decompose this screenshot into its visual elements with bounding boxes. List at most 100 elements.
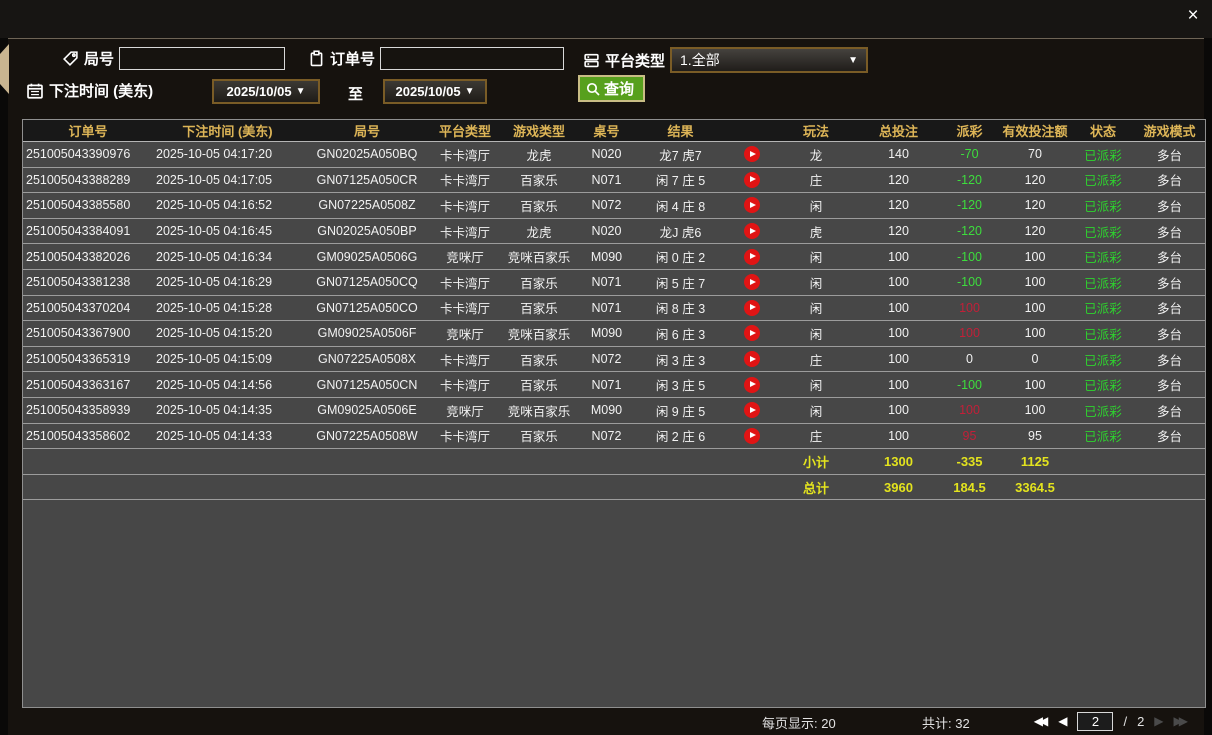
cell-payout: 100 <box>941 403 998 417</box>
summary-total-bet: 1300 <box>856 454 941 469</box>
play-icon[interactable] <box>744 146 760 162</box>
cell-platform: 竞咪厅 <box>432 401 498 420</box>
play-icon[interactable] <box>744 325 760 341</box>
cell-result: 闲 3 庄 3 <box>633 350 728 369</box>
table-row: 2510050433586022025-10-05 04:14:33GN0722… <box>23 424 1205 450</box>
bet-time-field: 下注时间 (美东) <box>26 80 153 101</box>
column-header: 游戏类型 <box>498 121 580 140</box>
calendar-icon <box>26 82 44 100</box>
close-button[interactable]: × <box>1180 3 1206 29</box>
last-page-icon[interactable]: ▶▶ <box>1174 711 1188 731</box>
cell-platform: 卡卡湾厅 <box>432 196 498 215</box>
order-no-label: 订单号 <box>330 48 375 69</box>
summary-label: 总计 <box>776 478 856 497</box>
table-row: 2510050433909762025-10-05 04:17:20GN0202… <box>23 142 1205 168</box>
column-header: 订单号 <box>23 121 153 140</box>
date-from-value: 2025/10/05 <box>227 84 292 99</box>
cell-bet-on: 庄 <box>776 350 856 369</box>
cell-mode: 多台 <box>1134 170 1205 189</box>
column-header: 平台类型 <box>432 121 498 140</box>
cell-total-bet: 100 <box>856 429 941 443</box>
play-icon[interactable] <box>744 428 760 444</box>
column-header: 总投注 <box>856 121 941 140</box>
cell-platform: 卡卡湾厅 <box>432 375 498 394</box>
table-header-row: 订单号下注时间 (美东)局号平台类型游戏类型桌号结果玩法总投注派彩有效投注额状态… <box>23 120 1205 142</box>
cell-game-no: GN07125A050CR <box>302 173 432 187</box>
cell-result: 闲 3 庄 5 <box>633 375 728 394</box>
play-icon[interactable] <box>744 249 760 265</box>
play-cell <box>728 172 776 188</box>
play-icon[interactable] <box>744 377 760 393</box>
cell-valid-bet: 95 <box>998 429 1072 443</box>
cell-payout: 100 <box>941 301 998 315</box>
platform-type-select[interactable]: 1.全部 ▼ <box>670 47 868 73</box>
summary-label: 小计 <box>776 452 856 471</box>
column-header: 玩法 <box>776 121 856 140</box>
cell-payout: -70 <box>941 147 998 161</box>
cell-game-no: GN07225A0508W <box>302 429 432 443</box>
date-to-select[interactable]: 2025/10/05 ▼ <box>383 79 487 104</box>
cell-game-type: 百家乐 <box>498 350 580 369</box>
table-row: 2510050433702042025-10-05 04:15:28GN0712… <box>23 296 1205 322</box>
cell-valid-bet: 100 <box>998 275 1072 289</box>
platform-type-label: 平台类型 <box>605 50 665 71</box>
cell-platform: 卡卡湾厅 <box>432 145 498 164</box>
prev-page-icon[interactable]: ◀ <box>1058 711 1067 731</box>
cell-total-bet: 140 <box>856 147 941 161</box>
play-icon[interactable] <box>744 223 760 239</box>
date-to-value: 2025/10/05 <box>396 84 461 99</box>
cell-bet-on: 闲 <box>776 247 856 266</box>
cell-mode: 多台 <box>1134 145 1205 164</box>
cell-payout: -100 <box>941 250 998 264</box>
column-header: 结果 <box>633 121 728 140</box>
cell-mode: 多台 <box>1134 375 1205 394</box>
cell-game-type: 百家乐 <box>498 375 580 394</box>
cell-total-bet: 100 <box>856 301 941 315</box>
page-number-input[interactable]: 2 <box>1077 712 1113 731</box>
cell-result: 闲 9 庄 5 <box>633 401 728 420</box>
cell-result: 闲 2 庄 6 <box>633 426 728 445</box>
cell-result: 闲 6 庄 3 <box>633 324 728 343</box>
game-no-label: 局号 <box>84 48 114 69</box>
cell-game-type: 竞咪百家乐 <box>498 247 580 266</box>
cell-valid-bet: 120 <box>998 224 1072 238</box>
cell-game-no: GN07125A050CN <box>302 378 432 392</box>
play-icon[interactable] <box>744 274 760 290</box>
play-icon[interactable] <box>744 197 760 213</box>
titlebar: × <box>0 0 1212 38</box>
order-no-input[interactable] <box>380 47 564 70</box>
cell-table-no: N072 <box>580 352 633 366</box>
date-from-select[interactable]: 2025/10/05 ▼ <box>212 79 320 104</box>
first-page-icon[interactable]: ◀◀ <box>1034 711 1048 731</box>
cell-table-no: N071 <box>580 173 633 187</box>
column-header: 有效投注额 <box>998 121 1072 140</box>
game-no-input[interactable] <box>119 47 285 70</box>
next-page-icon[interactable]: ▶ <box>1154 711 1163 731</box>
cell-game-no: GN07125A050CQ <box>302 275 432 289</box>
play-icon[interactable] <box>744 300 760 316</box>
cell-bet-time: 2025-10-05 04:15:09 <box>153 352 302 366</box>
cell-mode: 多台 <box>1134 273 1205 292</box>
cell-order-no: 251005043358602 <box>23 429 153 443</box>
cell-result: 闲 7 庄 5 <box>633 170 728 189</box>
cell-platform: 卡卡湾厅 <box>432 273 498 292</box>
cell-result: 闲 8 庄 3 <box>633 298 728 317</box>
play-icon[interactable] <box>744 402 760 418</box>
cell-table-no: N071 <box>580 378 633 392</box>
page-total: 2 <box>1137 714 1144 729</box>
column-header: 下注时间 (美东) <box>153 121 302 140</box>
query-button[interactable]: 查询 <box>578 75 645 102</box>
play-cell <box>728 300 776 316</box>
column-header: 桌号 <box>580 121 633 140</box>
cell-bet-on: 虎 <box>776 222 856 241</box>
table-row: 2510050433855802025-10-05 04:16:52GN0722… <box>23 193 1205 219</box>
play-icon[interactable] <box>744 351 760 367</box>
cell-bet-on: 闲 <box>776 273 856 292</box>
play-icon[interactable] <box>744 172 760 188</box>
cell-bet-time: 2025-10-05 04:14:35 <box>153 403 302 417</box>
cell-game-type: 百家乐 <box>498 426 580 445</box>
cell-bet-time: 2025-10-05 04:16:45 <box>153 224 302 238</box>
cell-valid-bet: 120 <box>998 173 1072 187</box>
cell-status: 已派彩 <box>1072 375 1134 394</box>
cell-status: 已派彩 <box>1072 298 1134 317</box>
